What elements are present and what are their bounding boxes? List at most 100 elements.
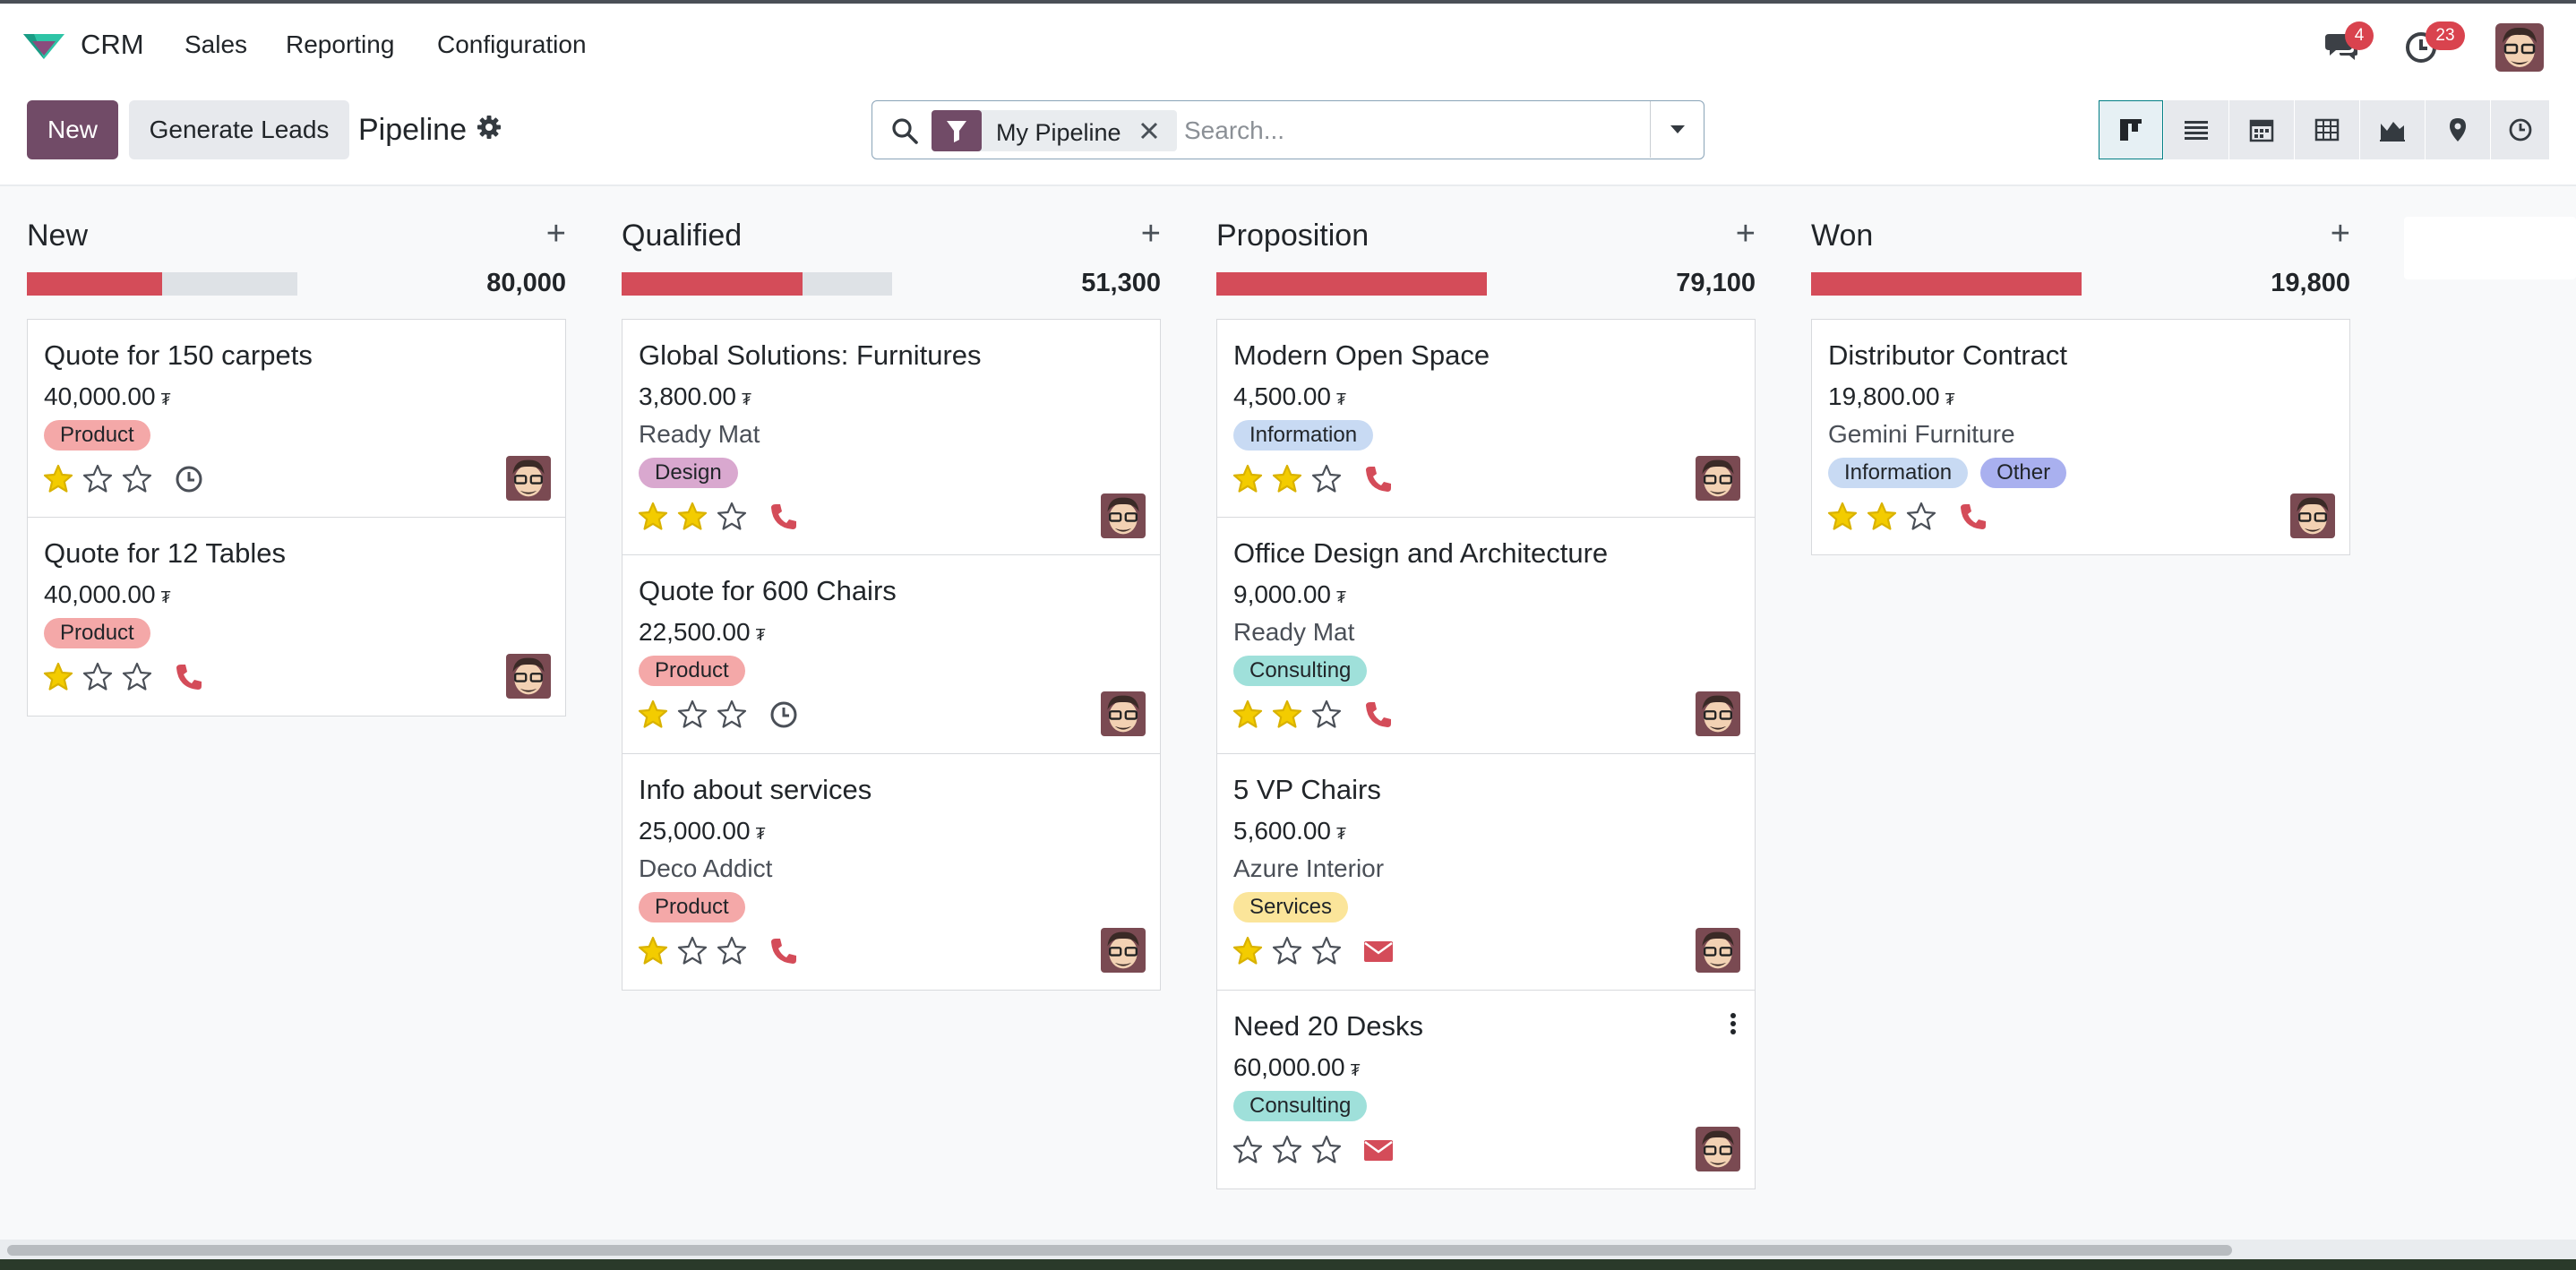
star-empty-icon[interactable]: [716, 699, 748, 731]
scrollbar-thumb[interactable]: [7, 1245, 2232, 1256]
star-filled-icon[interactable]: [42, 661, 74, 693]
column-title[interactable]: New: [27, 219, 88, 253]
menu-reporting[interactable]: Reporting: [286, 30, 394, 59]
salesperson-avatar[interactable]: [506, 654, 551, 699]
phone-icon[interactable]: [173, 661, 205, 693]
star-empty-icon[interactable]: [716, 935, 748, 967]
star-empty-icon[interactable]: [1905, 501, 1937, 533]
star-filled-icon[interactable]: [1866, 501, 1898, 533]
star-empty-icon[interactable]: [82, 463, 114, 495]
gear-icon[interactable]: [477, 115, 502, 140]
star-empty-icon[interactable]: [1310, 1134, 1343, 1166]
new-button[interactable]: New: [27, 100, 118, 159]
salesperson-avatar[interactable]: [2290, 493, 2335, 538]
search-icon[interactable]: [890, 116, 919, 145]
quick-create-plus-icon[interactable]: +: [2331, 215, 2350, 253]
star-empty-icon[interactable]: [1310, 699, 1343, 731]
salesperson-avatar[interactable]: [1696, 928, 1740, 973]
horizontal-scrollbar[interactable]: [0, 1240, 2576, 1270]
search-options-toggle[interactable]: [1650, 101, 1704, 158]
map-view-button[interactable]: [2426, 100, 2490, 159]
add-column-area[interactable]: [2404, 217, 2576, 279]
pivot-view-button[interactable]: [2295, 100, 2359, 159]
search-input[interactable]: [1184, 110, 1614, 151]
lead-card[interactable]: Modern Open Space 4,500.00 ₮ Information: [1216, 319, 1756, 518]
lead-card[interactable]: Info about services 25,000.00 ₮ Deco Addict…: [622, 754, 1161, 991]
star-empty-icon[interactable]: [1310, 935, 1343, 967]
salesperson-avatar[interactable]: [1101, 691, 1146, 736]
column-title[interactable]: Proposition: [1216, 219, 1369, 253]
salesperson-avatar[interactable]: [1101, 928, 1146, 973]
lead-card[interactable]: Distributor Contract 19,800.00 ₮ Gemini Fur…: [1811, 319, 2350, 555]
salesperson-avatar[interactable]: [1696, 691, 1740, 736]
column-progress-bar[interactable]: [27, 272, 297, 296]
menu-sales[interactable]: Sales: [185, 30, 247, 59]
star-empty-icon[interactable]: [676, 699, 708, 731]
crm-logo-icon[interactable]: [20, 29, 68, 64]
tag-list: Consulting: [1233, 656, 1368, 686]
salesperson-avatar[interactable]: [506, 456, 551, 501]
graph-view-button[interactable]: [2360, 100, 2425, 159]
star-filled-icon[interactable]: [1271, 463, 1303, 495]
star-empty-icon[interactable]: [1232, 1134, 1264, 1166]
column-progress-bar[interactable]: [622, 272, 892, 296]
envelope-icon[interactable]: [1362, 1134, 1395, 1166]
lead-card[interactable]: Quote for 150 carpets 40,000.00 ₮ Product: [27, 319, 566, 518]
phone-icon[interactable]: [1957, 501, 1989, 533]
search-facet-my-pipeline[interactable]: My Pipeline: [932, 110, 1177, 151]
salesperson-avatar[interactable]: [1696, 1127, 1740, 1171]
column-progress-bar[interactable]: [1216, 272, 1487, 296]
star-filled-icon[interactable]: [1232, 699, 1264, 731]
close-icon[interactable]: [1139, 121, 1159, 141]
phone-icon[interactable]: [1362, 699, 1395, 731]
activity-view-button[interactable]: [2491, 100, 2549, 159]
lead-card[interactable]: Global Solutions: Furnitures 3,800.00 ₮ Rea…: [622, 319, 1161, 555]
phone-icon[interactable]: [1362, 463, 1395, 495]
star-filled-icon[interactable]: [637, 699, 669, 731]
kanban-view-button[interactable]: [2099, 100, 2163, 159]
generate-leads-button[interactable]: Generate Leads: [129, 100, 349, 159]
phone-icon[interactable]: [768, 501, 800, 533]
clock-icon[interactable]: [768, 699, 800, 731]
star-filled-icon[interactable]: [1232, 935, 1264, 967]
star-empty-icon[interactable]: [1310, 463, 1343, 495]
star-filled-icon[interactable]: [1271, 699, 1303, 731]
lead-card[interactable]: Need 20 Desks 60,000.00 ₮ Consulting: [1216, 991, 1756, 1189]
clock-icon[interactable]: [173, 463, 205, 495]
column-progress-bar[interactable]: [1811, 272, 2082, 296]
lead-card[interactable]: 5 VP Chairs 5,600.00 ₮ Azure Interior Servic…: [1216, 754, 1756, 991]
star-filled-icon[interactable]: [1826, 501, 1859, 533]
quick-create-plus-icon[interactable]: +: [1141, 215, 1161, 253]
quick-create-plus-icon[interactable]: +: [1736, 215, 1756, 253]
star-empty-icon[interactable]: [121, 661, 153, 693]
quick-create-plus-icon[interactable]: +: [546, 215, 566, 253]
star-filled-icon[interactable]: [637, 935, 669, 967]
salesperson-avatar[interactable]: [1101, 493, 1146, 538]
card-menu-kebab-icon[interactable]: [1728, 1010, 1739, 1037]
calendar-view-button[interactable]: [2229, 100, 2294, 159]
lead-card[interactable]: Quote for 12 Tables 40,000.00 ₮ Product: [27, 518, 566, 717]
star-filled-icon[interactable]: [1232, 463, 1264, 495]
star-filled-icon[interactable]: [676, 501, 708, 533]
star-empty-icon[interactable]: [716, 501, 748, 533]
star-empty-icon[interactable]: [1271, 1134, 1303, 1166]
column-title[interactable]: Won: [1811, 219, 1873, 253]
salesperson-avatar[interactable]: [1696, 456, 1740, 501]
user-avatar[interactable]: [2495, 23, 2544, 72]
envelope-icon[interactable]: [1362, 935, 1395, 967]
column-title[interactable]: Qualified: [622, 219, 742, 253]
star-empty-icon[interactable]: [82, 661, 114, 693]
menu-configuration[interactable]: Configuration: [437, 30, 587, 59]
app-name[interactable]: CRM: [81, 29, 144, 61]
star-empty-icon[interactable]: [121, 463, 153, 495]
star-empty-icon[interactable]: [1271, 935, 1303, 967]
tag-list: Services: [1233, 892, 1349, 922]
star-filled-icon[interactable]: [637, 501, 669, 533]
phone-icon[interactable]: [768, 935, 800, 967]
lead-card[interactable]: Office Design and Architecture 9,000.00 ₮ R…: [1216, 518, 1756, 754]
tag-list: Information Other: [1828, 458, 2067, 488]
star-empty-icon[interactable]: [676, 935, 708, 967]
star-filled-icon[interactable]: [42, 463, 74, 495]
list-view-button[interactable]: [2164, 100, 2228, 159]
lead-card[interactable]: Quote for 600 Chairs 22,500.00 ₮ Product: [622, 555, 1161, 754]
